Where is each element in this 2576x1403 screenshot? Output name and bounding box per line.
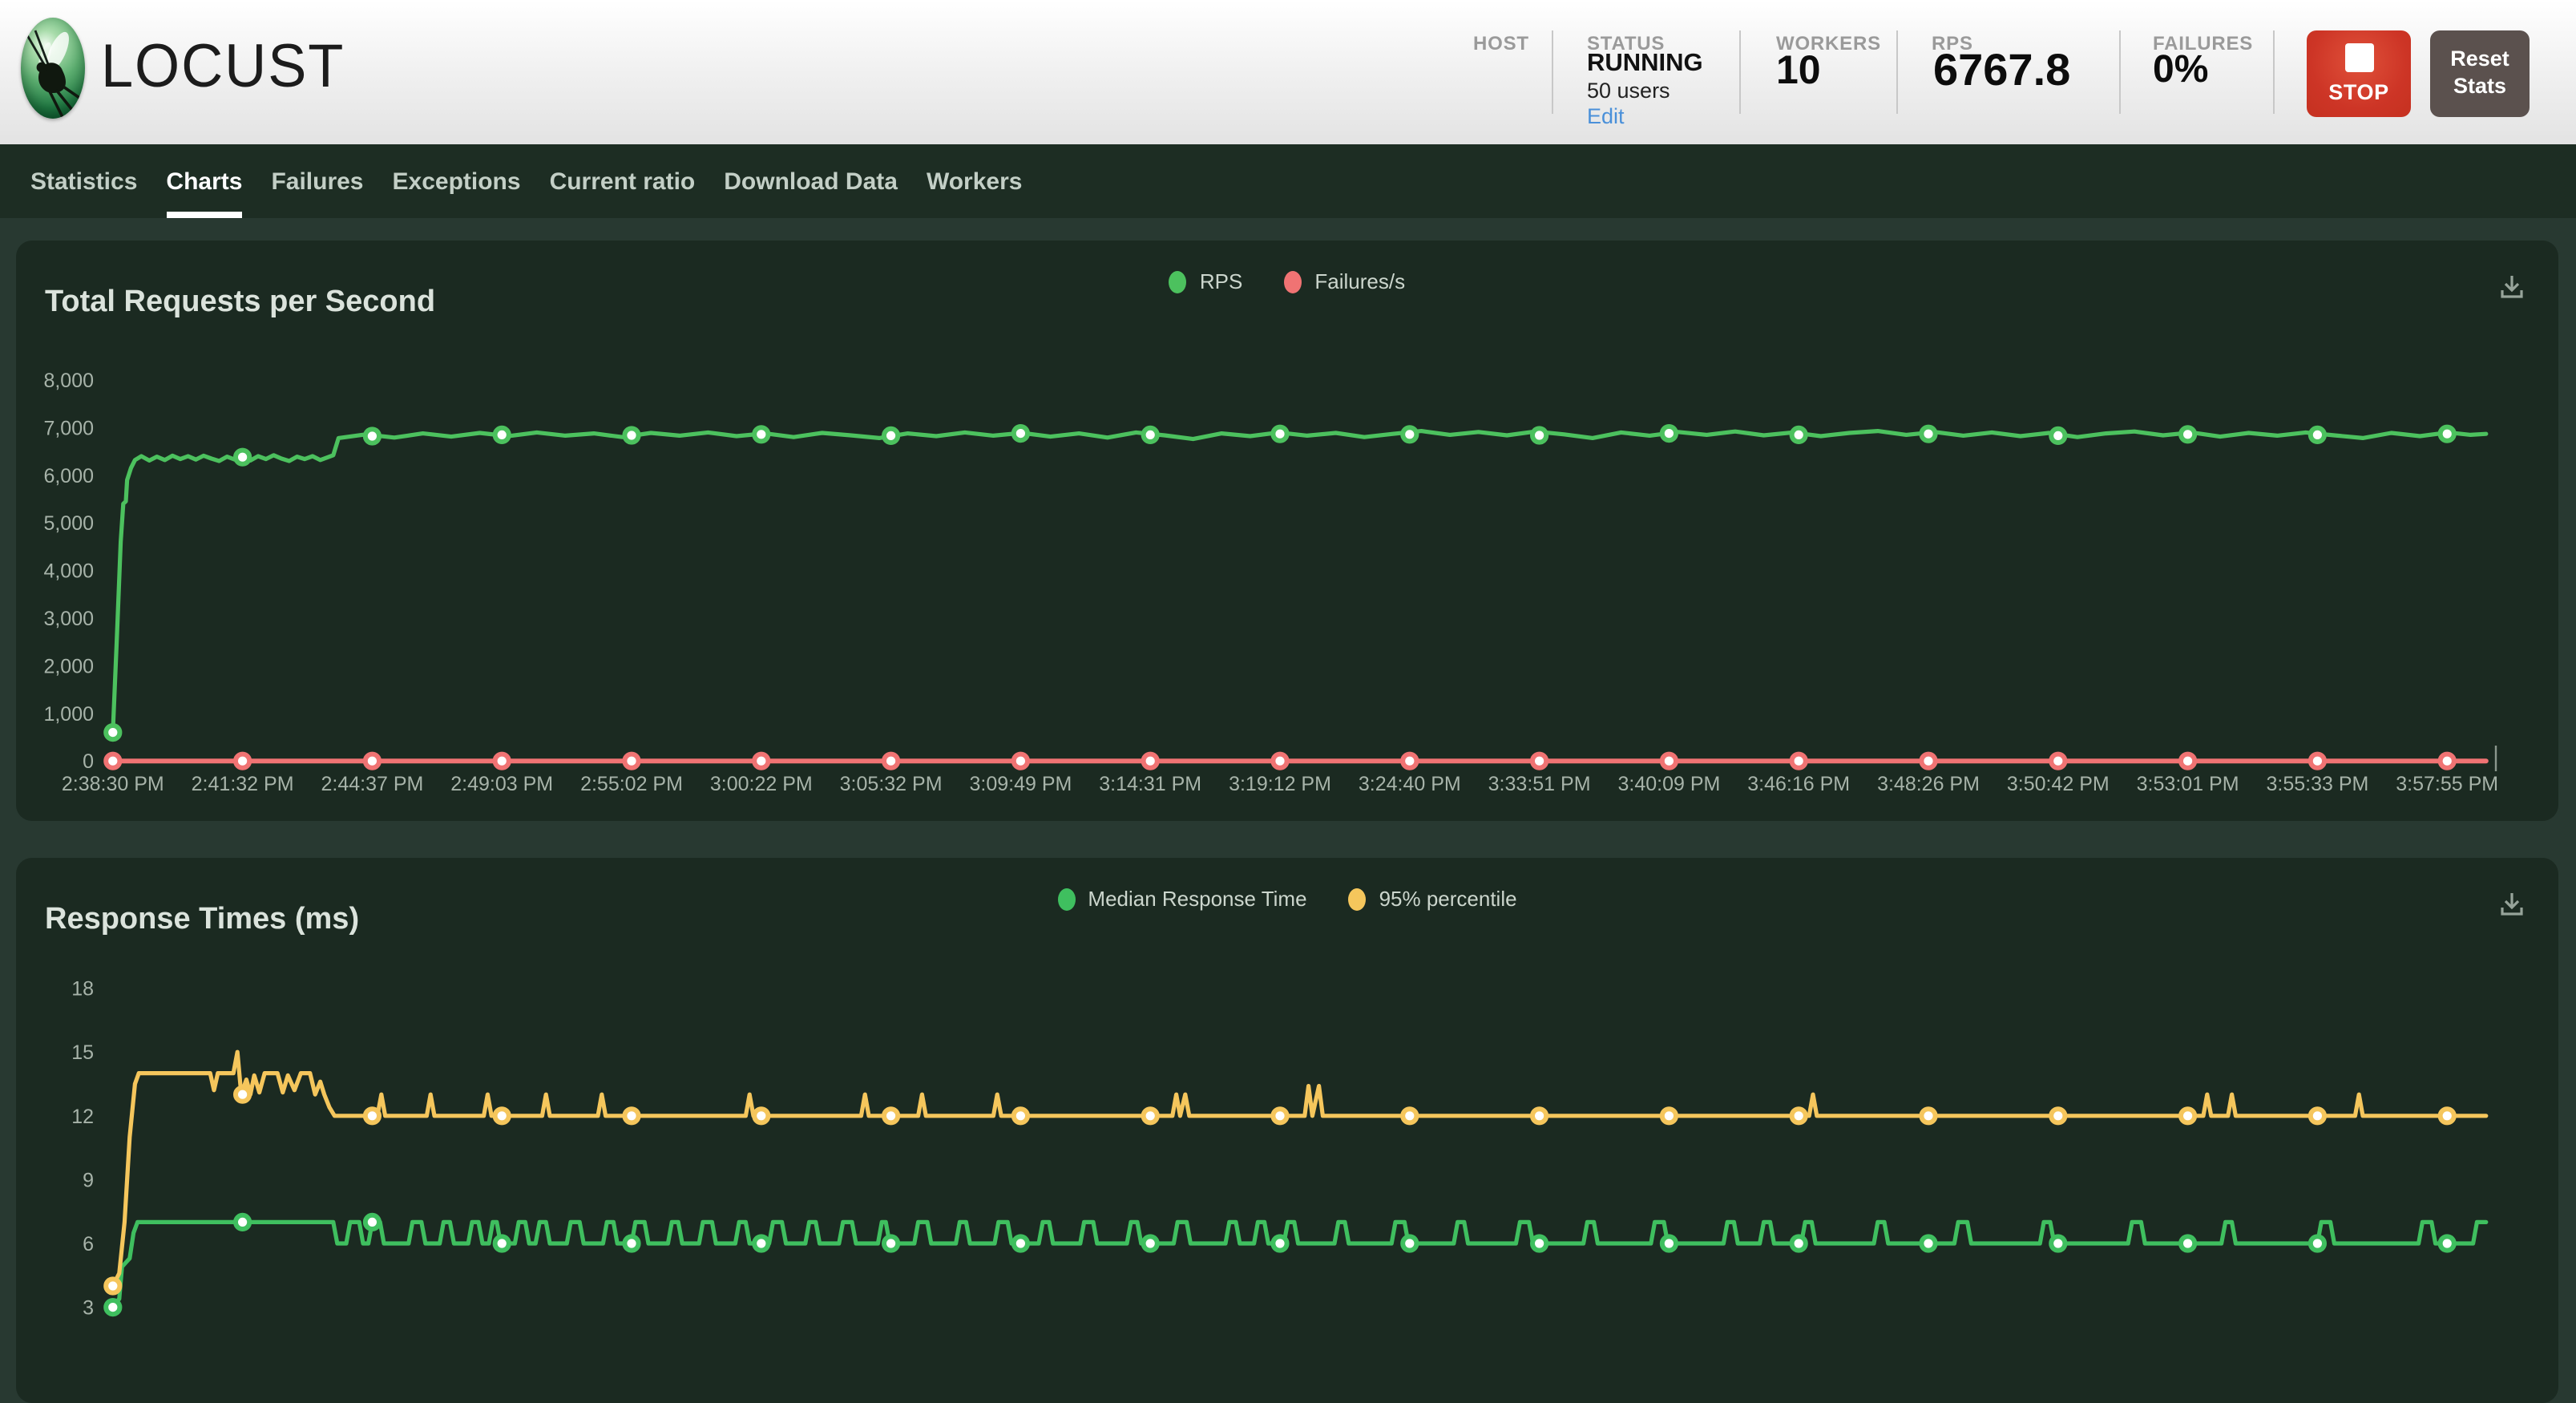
svg-text:6: 6 (83, 1233, 94, 1255)
tab-current-ratio[interactable]: Current ratio (550, 144, 696, 218)
stop-square-icon (2344, 43, 2373, 72)
nav-tabs: Statistics Charts Failures Exceptions Curren… (30, 144, 2576, 218)
stop-button[interactable]: STOP (2307, 30, 2411, 117)
response-times-chart-card: Response Times (ms) Median Response Time… (16, 858, 2558, 1403)
svg-text:18: 18 (71, 978, 94, 1001)
svg-text:3:00:22 PM: 3:00:22 PM (710, 773, 813, 795)
svg-text:2:41:32 PM: 2:41:32 PM (192, 773, 294, 795)
header-divider (2119, 30, 2121, 114)
svg-text:3:50:42 PM: 3:50:42 PM (2007, 773, 2110, 795)
tab-workers[interactable]: Workers (927, 144, 1023, 218)
locust-logo: LOCUST (21, 18, 357, 119)
svg-text:15: 15 (71, 1041, 94, 1064)
header-divider (1896, 30, 1898, 114)
locust-logo-icon (21, 18, 85, 119)
svg-text:3:40:09 PM: 3:40:09 PM (1617, 773, 1720, 795)
stop-button-label: STOP (2328, 80, 2388, 104)
svg-text:4,000: 4,000 (43, 560, 94, 583)
svg-text:8,000: 8,000 (43, 370, 94, 392)
svg-text:3: 3 (83, 1297, 94, 1320)
svg-text:0: 0 (83, 750, 94, 773)
rps-chart-card: Total Requests per Second RPS Failures/s… (16, 241, 2558, 821)
user-count: 50 users (1587, 78, 1670, 102)
tab-charts[interactable]: Charts (166, 144, 242, 218)
svg-text:3:55:33 PM: 3:55:33 PM (2266, 773, 2368, 795)
tab-failures[interactable]: Failures (271, 144, 363, 218)
svg-text:2,000: 2,000 (43, 655, 94, 677)
status-value: RUNNING (1587, 50, 1703, 79)
svg-text:3:46:16 PM: 3:46:16 PM (1747, 773, 1850, 795)
tab-exceptions[interactable]: Exceptions (393, 144, 521, 218)
svg-text:2:49:03 PM: 2:49:03 PM (450, 773, 553, 795)
tab-statistics[interactable]: Statistics (30, 144, 137, 218)
rps-value: 6767.8 (1933, 45, 2070, 96)
reset-stats-button[interactable]: Reset Stats (2430, 30, 2530, 117)
app-header: LOCUST HOST STATUS RUNNING 50 users Edit… (0, 0, 2576, 144)
reset-stats-label: Reset Stats (2450, 46, 2509, 98)
svg-text:2:55:02 PM: 2:55:02 PM (580, 773, 683, 795)
svg-text:2:38:30 PM: 2:38:30 PM (62, 773, 164, 795)
header-divider (2273, 30, 2275, 114)
tab-download-data[interactable]: Download Data (724, 144, 898, 218)
svg-text:3:33:51 PM: 3:33:51 PM (1488, 773, 1591, 795)
logo-text: LOCUST (101, 18, 345, 119)
svg-text:3:09:49 PM: 3:09:49 PM (969, 773, 1072, 795)
svg-text:5,000: 5,000 (43, 512, 94, 535)
svg-text:1,000: 1,000 (43, 703, 94, 726)
svg-text:3:14:31 PM: 3:14:31 PM (1099, 773, 1201, 795)
svg-text:9: 9 (83, 1169, 94, 1191)
main-nav: Statistics Charts Failures Exceptions Curren… (0, 144, 2576, 218)
svg-text:3:48:26 PM: 3:48:26 PM (1877, 773, 1980, 795)
svg-text:3:24:40 PM: 3:24:40 PM (1359, 773, 1461, 795)
svg-text:3:19:12 PM: 3:19:12 PM (1229, 773, 1331, 795)
svg-text:12: 12 (71, 1106, 94, 1128)
svg-text:3:53:01 PM: 3:53:01 PM (2137, 773, 2239, 795)
edit-link[interactable]: Edit (1587, 103, 1625, 127)
svg-text:6,000: 6,000 (43, 465, 94, 487)
header-divider (1552, 30, 1553, 114)
svg-text:3,000: 3,000 (43, 608, 94, 630)
svg-text:2:44:37 PM: 2:44:37 PM (321, 773, 423, 795)
workers-value: 10 (1776, 48, 1821, 95)
failures-value: 0% (2153, 48, 2208, 93)
header-divider (1739, 30, 1741, 114)
response-times-plot[interactable]: 3 6 9 12 15 18 (16, 858, 2558, 1403)
svg-text:3:57:55 PM: 3:57:55 PM (2396, 773, 2498, 795)
svg-text:7,000: 7,000 (43, 417, 94, 439)
host-label: HOST (1473, 32, 1529, 55)
charts-page: Total Requests per Second RPS Failures/s… (0, 218, 2576, 1320)
svg-text:3:05:32 PM: 3:05:32 PM (840, 773, 943, 795)
rps-chart-plot[interactable]: 0 1,000 2,000 3,000 4,000 5,000 6,000 7,000 8,00… (16, 241, 2558, 821)
